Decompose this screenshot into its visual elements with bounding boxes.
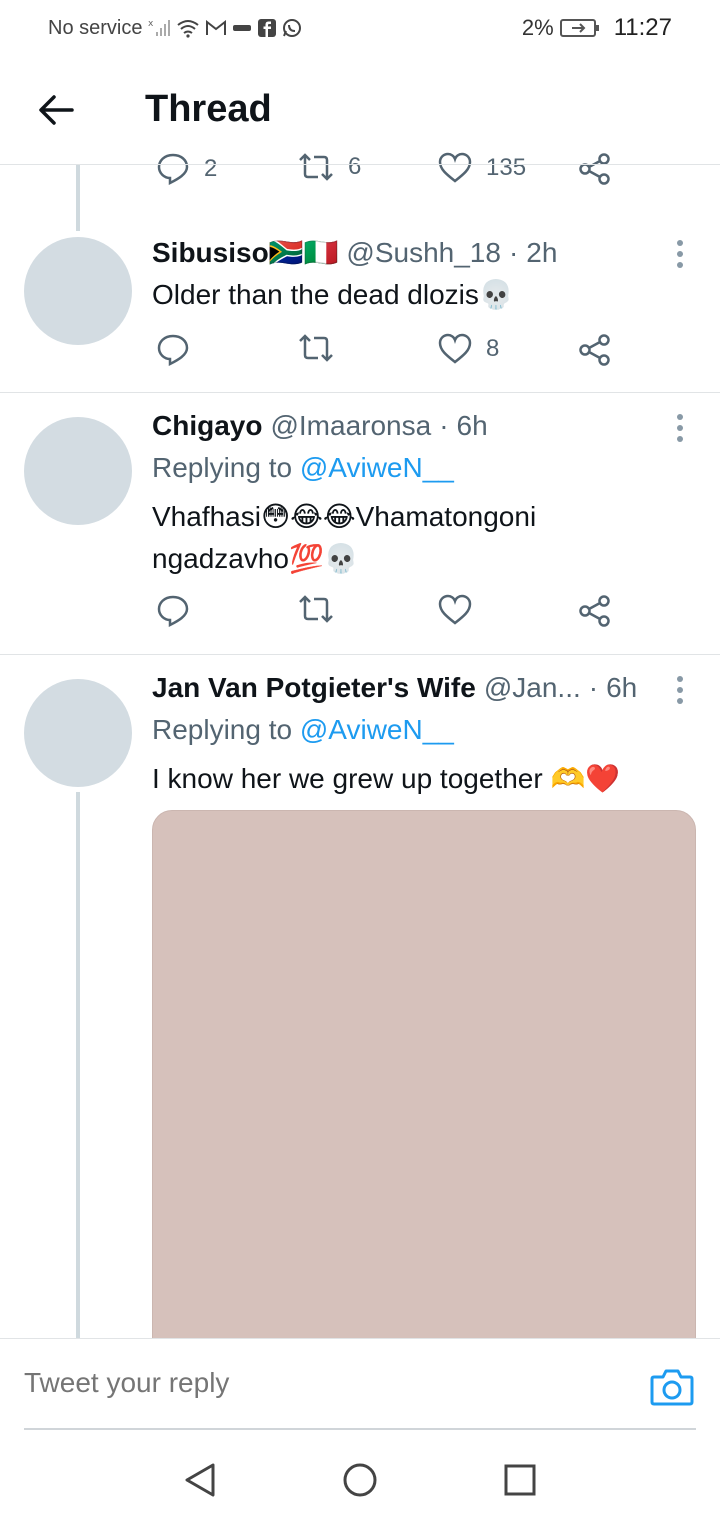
clock: 11:27 bbox=[613, 14, 672, 41]
separator-dot: · bbox=[588, 672, 599, 703]
thread-line bbox=[76, 165, 80, 231]
status-right: 2% 11:27 bbox=[522, 14, 672, 42]
retweet-icon bbox=[299, 334, 333, 362]
camera-icon bbox=[650, 1369, 694, 1406]
nav-back-button[interactable] bbox=[180, 1460, 220, 1500]
back-button[interactable] bbox=[36, 90, 76, 130]
tweet-text: Older than the dead dlozis💀 bbox=[152, 279, 514, 310]
tweet-header: Chigayo @Imaaronsa · 6h bbox=[152, 410, 488, 442]
retweet-button[interactable] bbox=[298, 594, 334, 624]
replying-prefix: Replying to bbox=[152, 714, 293, 745]
retweet-button[interactable]: 6 bbox=[298, 152, 361, 182]
user-handle: @Sushh_18 bbox=[346, 236, 501, 268]
heart-icon bbox=[438, 152, 472, 183]
retweet-count: 6 bbox=[348, 153, 362, 180]
tweet-divider bbox=[0, 654, 720, 655]
more-options-button[interactable] bbox=[670, 236, 690, 272]
thread-line bbox=[76, 792, 80, 1338]
reply-icon bbox=[157, 153, 189, 186]
replying-to: Replying to @AviweN__ bbox=[152, 714, 454, 746]
triangle-back-icon bbox=[185, 1463, 215, 1497]
tweet-time: 6h bbox=[606, 672, 638, 703]
reply-button[interactable] bbox=[156, 594, 190, 628]
mention-link[interactable]: @AviweN__ bbox=[300, 452, 454, 483]
gmail-icon bbox=[206, 20, 227, 36]
tweet-time: 6h bbox=[456, 410, 488, 441]
wifi-icon bbox=[176, 18, 200, 38]
more-options-button[interactable] bbox=[670, 410, 690, 446]
status-bar: No service x 2% 11:27 bbox=[0, 0, 720, 56]
reply-icon bbox=[157, 334, 189, 367]
avatar[interactable] bbox=[24, 417, 132, 525]
tweet-media-image[interactable] bbox=[152, 810, 696, 1370]
tweet-header: Sibusiso🇿🇦🇮🇹 @Sushh_18 · 2h bbox=[152, 236, 557, 269]
reply-icon bbox=[157, 595, 189, 628]
share-button[interactable] bbox=[578, 594, 612, 628]
share-icon bbox=[579, 334, 610, 366]
avatar[interactable] bbox=[24, 679, 132, 787]
reply-input[interactable] bbox=[24, 1367, 584, 1399]
reply-button[interactable]: 2 bbox=[156, 152, 217, 186]
separator-dot: · bbox=[439, 410, 449, 441]
like-button[interactable]: 8 bbox=[438, 333, 499, 365]
nav-recents-button[interactable] bbox=[500, 1460, 540, 1500]
display-name[interactable]: Sibusiso🇿🇦🇮🇹 bbox=[152, 236, 338, 269]
user-handle: @Jan... bbox=[483, 672, 581, 703]
tweet-actions: 8 bbox=[0, 333, 720, 373]
svg-text:x: x bbox=[148, 19, 154, 29]
tweet-text: I know her we grew up together 🫶❤️ bbox=[152, 763, 621, 794]
reply-count: 2 bbox=[204, 155, 218, 182]
tweet-text: Vhafhasi😳😂😂Vhamatongoni ngadzavho💯💀 bbox=[152, 501, 537, 574]
user-handle: @Imaaronsa bbox=[270, 410, 432, 441]
reply-underline bbox=[24, 1428, 696, 1430]
like-button[interactable]: 135 bbox=[438, 152, 526, 184]
retweet-button[interactable] bbox=[298, 333, 334, 363]
share-button[interactable] bbox=[578, 333, 612, 367]
reply-button[interactable] bbox=[156, 333, 190, 367]
camera-button[interactable] bbox=[650, 1367, 694, 1411]
replying-prefix: Replying to bbox=[152, 452, 293, 483]
battery-icon bbox=[559, 18, 600, 38]
share-button[interactable] bbox=[578, 152, 612, 186]
tweet-actions bbox=[0, 594, 720, 634]
signal-icon: x bbox=[148, 18, 171, 38]
display-name[interactable]: Jan Van Potgieter's Wife bbox=[152, 672, 476, 704]
retweet-icon bbox=[299, 153, 333, 181]
circle-home-icon bbox=[343, 1463, 377, 1497]
tweet-time: 2h bbox=[526, 236, 558, 268]
avatar[interactable] bbox=[24, 237, 132, 345]
like-count: 8 bbox=[486, 335, 500, 362]
back-arrow-icon bbox=[39, 95, 74, 125]
system-nav-bar bbox=[0, 1432, 720, 1520]
nav-home-button[interactable] bbox=[340, 1460, 380, 1500]
share-icon bbox=[579, 595, 610, 627]
like-count: 135 bbox=[486, 154, 527, 181]
heart-icon bbox=[438, 594, 472, 625]
facebook-icon bbox=[258, 19, 277, 37]
more-options-button[interactable] bbox=[670, 672, 690, 708]
mention-link[interactable]: @AviweN__ bbox=[300, 714, 454, 745]
whatsapp-icon bbox=[282, 18, 302, 38]
retweet-icon bbox=[299, 595, 333, 623]
reply-composer bbox=[0, 1338, 720, 1430]
replying-to: Replying to @AviweN__ bbox=[152, 452, 454, 484]
display-name[interactable]: Chigayo bbox=[152, 410, 262, 442]
header-divider bbox=[0, 164, 720, 165]
tweet-divider bbox=[0, 392, 720, 393]
top-app-bar: Thread bbox=[0, 70, 720, 150]
separator-dot: · bbox=[508, 236, 519, 268]
battery-percent: 2% bbox=[521, 15, 554, 40]
status-left: No service x bbox=[48, 17, 302, 40]
tweet-header: Jan Van Potgieter's Wife @Jan... · 6h bbox=[152, 672, 637, 704]
partial-tweet-actions: 2 6 135 bbox=[0, 150, 720, 190]
page-title: Thread bbox=[145, 88, 272, 130]
like-button[interactable] bbox=[438, 594, 472, 626]
carrier-label: No service bbox=[48, 16, 143, 39]
share-icon bbox=[579, 153, 610, 185]
square-recents-icon bbox=[504, 1464, 536, 1496]
heart-icon bbox=[438, 333, 472, 364]
sync-icon bbox=[232, 22, 252, 34]
